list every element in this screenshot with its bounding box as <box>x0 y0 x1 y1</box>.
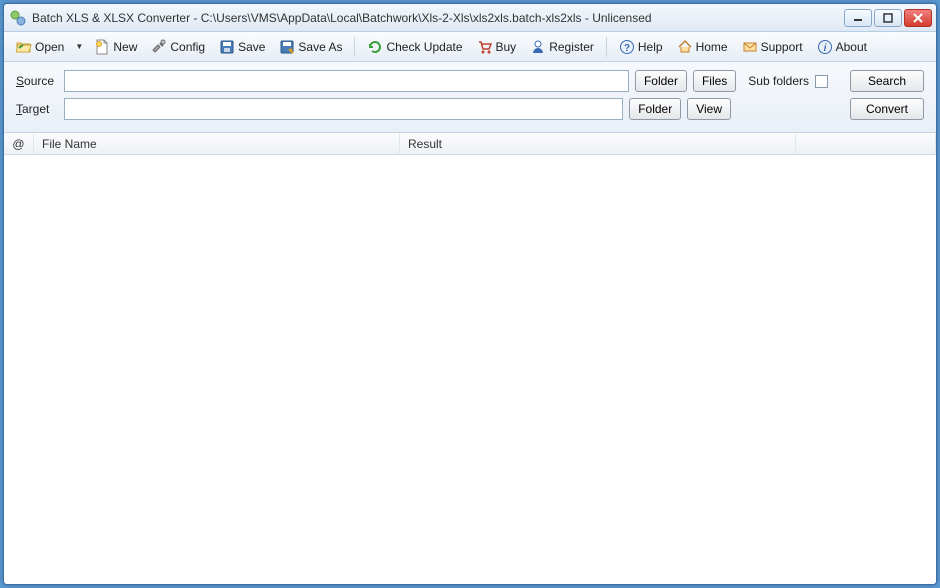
maximize-button[interactable] <box>874 9 902 27</box>
source-input[interactable] <box>64 70 629 92</box>
save-as-icon <box>279 39 295 55</box>
minimize-button[interactable] <box>844 9 872 27</box>
check-update-button[interactable]: Check Update <box>361 35 468 59</box>
target-view-button[interactable]: View <box>687 98 731 120</box>
help-button[interactable]: ? Help <box>613 35 669 59</box>
convert-button[interactable]: Convert <box>850 98 924 120</box>
col-tail[interactable] <box>796 133 936 154</box>
config-button[interactable]: Config <box>145 35 211 59</box>
app-icon <box>10 10 26 26</box>
col-at[interactable]: @ <box>4 133 34 154</box>
about-button[interactable]: i About <box>811 35 873 59</box>
save-as-label: Save As <box>298 40 342 54</box>
sub-folders-label: Sub folders <box>748 74 809 88</box>
target-folder-button[interactable]: Folder <box>629 98 681 120</box>
target-label: Target <box>16 102 58 116</box>
col-filename[interactable]: File Name <box>34 133 400 154</box>
source-files-button[interactable]: Files <box>693 70 736 92</box>
col-result[interactable]: Result <box>400 133 796 154</box>
sub-folders-checkbox[interactable] <box>815 75 828 88</box>
home-button[interactable]: Home <box>671 35 734 59</box>
target-row: Target Folder View Convert <box>16 98 924 120</box>
help-icon: ? <box>619 39 635 55</box>
table-body <box>4 155 936 584</box>
new-button[interactable]: New <box>88 35 143 59</box>
home-label: Home <box>696 40 728 54</box>
open-label: Open <box>35 40 64 54</box>
config-icon <box>151 39 167 55</box>
source-folder-button[interactable]: Folder <box>635 70 687 92</box>
support-button[interactable]: Support <box>736 35 809 59</box>
save-as-button[interactable]: Save As <box>273 35 348 59</box>
open-dropdown[interactable]: ▼ <box>72 38 86 55</box>
app-window: Batch XLS & XLSX Converter - C:\Users\VM… <box>3 3 937 585</box>
window-controls <box>844 9 932 27</box>
cart-icon <box>477 39 493 55</box>
window-title: Batch XLS & XLSX Converter - C:\Users\VM… <box>32 11 844 25</box>
register-icon <box>530 39 546 55</box>
help-label: Help <box>638 40 663 54</box>
svg-text:i: i <box>823 43 826 54</box>
toolbar-separator <box>354 37 355 57</box>
dropdown-icon: ▼ <box>75 42 83 51</box>
open-folder-icon <box>16 39 32 55</box>
open-button[interactable]: Open <box>10 35 70 59</box>
new-file-icon <box>94 39 110 55</box>
new-label: New <box>113 40 137 54</box>
save-button[interactable]: Save <box>213 35 271 59</box>
source-label: Source <box>16 74 58 88</box>
search-button[interactable]: Search <box>850 70 924 92</box>
register-button[interactable]: Register <box>524 35 600 59</box>
save-label: Save <box>238 40 265 54</box>
buy-label: Buy <box>496 40 517 54</box>
info-icon: i <box>817 39 833 55</box>
save-icon <box>219 39 235 55</box>
svg-text:?: ? <box>624 43 630 54</box>
about-label: About <box>836 40 867 54</box>
register-label: Register <box>549 40 594 54</box>
buy-button[interactable]: Buy <box>471 35 523 59</box>
target-input[interactable] <box>64 98 623 120</box>
toolbar-separator <box>606 37 607 57</box>
source-row: Source Folder Files Sub folders Search <box>16 70 924 92</box>
home-icon <box>677 39 693 55</box>
toolbar: Open ▼ New Config Save Save <box>4 32 936 62</box>
form-area: Source Folder Files Sub folders Search T… <box>4 62 936 133</box>
support-icon <box>742 39 758 55</box>
close-button[interactable] <box>904 9 932 27</box>
config-label: Config <box>170 40 205 54</box>
check-update-label: Check Update <box>386 40 462 54</box>
support-label: Support <box>761 40 803 54</box>
titlebar: Batch XLS & XLSX Converter - C:\Users\VM… <box>4 4 936 32</box>
table-header: @ File Name Result <box>4 133 936 155</box>
update-icon <box>367 39 383 55</box>
